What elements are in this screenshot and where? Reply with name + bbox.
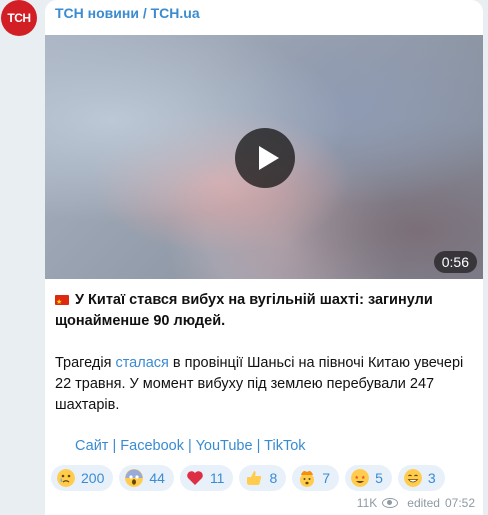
reaction-count: 200: [81, 470, 105, 486]
link-site[interactable]: Сайт: [75, 438, 108, 454]
link-separator: |: [188, 438, 192, 454]
svg-text:★: ★: [355, 475, 360, 481]
video-duration: 0:56: [433, 251, 477, 273]
thumbs-up-icon: [247, 471, 262, 485]
play-button[interactable]: [235, 128, 295, 188]
exploding-head-icon: [300, 471, 315, 487]
message-time: 07:52: [444, 496, 475, 510]
china-flag-icon: [55, 292, 69, 313]
crying-face-icon: [57, 469, 75, 487]
post-text: У Китаї стався вибух на вугільній шахті:…: [55, 290, 475, 416]
reactions-bar: 200 44 11 8 7 ★ ★ 5 3: [51, 465, 445, 491]
eye-icon: [382, 498, 399, 508]
post-headline: У Китаї стався вибух на вугільній шахті:…: [55, 290, 475, 332]
post-body: Трагедія сталася в провінції Шаньсі на п…: [55, 355, 464, 413]
reaction-count: 3: [427, 470, 436, 486]
view-count: 11K: [356, 496, 378, 510]
body-link[interactable]: сталася: [115, 355, 168, 371]
red-heart-icon: [187, 471, 203, 485]
reaction-crying[interactable]: 200: [51, 465, 114, 491]
reaction-count: 8: [269, 470, 278, 486]
channel-avatar[interactable]: ТСН: [1, 0, 37, 36]
video-player[interactable]: 0:56: [45, 35, 483, 279]
avatar-text: ТСН: [7, 11, 31, 25]
reaction-exploding-head[interactable]: 7: [292, 465, 340, 491]
reaction-heart[interactable]: 11: [179, 465, 234, 491]
link-tiktok[interactable]: TikTok: [264, 438, 305, 454]
reaction-count: 44: [149, 470, 165, 486]
star-struck-icon: ★ ★: [351, 469, 370, 487]
reaction-grinning[interactable]: 3: [397, 465, 445, 491]
message-footer: 11K edited 07:52: [357, 496, 475, 510]
play-icon: [259, 146, 279, 170]
link-facebook[interactable]: Facebook: [120, 438, 184, 454]
screaming-face-icon: [125, 469, 144, 487]
social-links: Сайт | Facebook | YouTube | TikTok: [75, 438, 306, 454]
edited-label: edited: [407, 496, 440, 510]
reaction-count: 7: [322, 470, 331, 486]
channel-name[interactable]: ТСН новини / TCH.ua: [55, 5, 200, 21]
link-youtube[interactable]: YouTube: [196, 438, 253, 454]
link-separator: |: [256, 438, 261, 454]
grinning-face-icon: [403, 469, 422, 487]
reaction-screaming[interactable]: 44: [119, 465, 174, 491]
svg-text:★: ★: [361, 475, 366, 481]
reaction-thumbs-up[interactable]: 8: [239, 465, 287, 491]
message-bubble: ТСН новини / TCH.ua 0:56 У Китаї стався …: [45, 0, 483, 515]
link-separator: |: [112, 438, 117, 454]
reaction-count: 5: [375, 470, 383, 486]
reaction-star-struck[interactable]: ★ ★ 5: [345, 465, 392, 491]
reaction-count: 11: [209, 470, 225, 486]
